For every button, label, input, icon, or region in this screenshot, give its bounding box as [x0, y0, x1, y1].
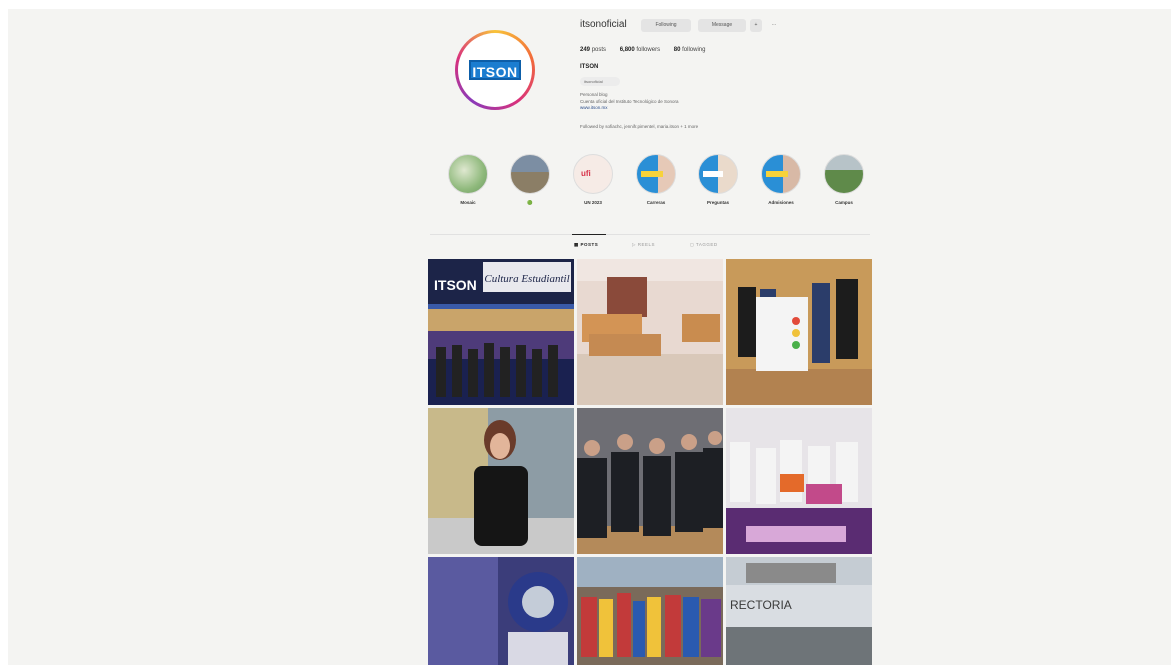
tab-label: POSTS: [580, 242, 599, 247]
post-image: [726, 408, 872, 554]
post-tile[interactable]: [726, 408, 872, 554]
post-image: [577, 557, 723, 665]
tab-reels[interactable]: ▷ REELS: [632, 242, 655, 248]
followed-by[interactable]: Followed by sofiachc, jennifr.pimentel, …: [580, 124, 698, 129]
highlight-item[interactable]: ufi UN 2023: [571, 154, 615, 205]
tab-posts[interactable]: ▦ POSTS: [574, 242, 598, 248]
highlight-label: Campus: [835, 200, 853, 205]
highlight-label: 🟢: [527, 200, 533, 205]
highlight-label: Preguntas: [706, 200, 729, 205]
post-image: [726, 259, 872, 405]
post-tile[interactable]: [726, 259, 872, 405]
tab-label: REELS: [637, 242, 655, 247]
profile-avatar[interactable]: ITSON: [455, 30, 535, 110]
highlight-item[interactable]: 🟢: [508, 154, 552, 206]
highlight-thumbnail: [448, 154, 488, 194]
post-image: [577, 408, 723, 554]
post-image: [577, 259, 723, 405]
highlight-thumbnail: [510, 154, 550, 194]
highlight-label: Mosaic: [460, 200, 476, 205]
more-options-icon[interactable]: ···: [768, 19, 780, 32]
window-top-edge: [0, 0, 1171, 9]
post-tile[interactable]: [577, 259, 723, 405]
posts-count: 249 posts: [580, 47, 607, 53]
highlight-item[interactable]: Preguntas: [696, 154, 740, 205]
highlight-thumbnail: ufi: [573, 154, 613, 194]
highlight-banner: [703, 171, 723, 177]
tab-tagged[interactable]: ◻ TAGGED: [690, 242, 718, 248]
bio: Personal blog Cuenta oficial del Institu…: [580, 92, 678, 112]
highlight-item[interactable]: Mosaic: [446, 154, 490, 205]
highlight-label: Carreras: [646, 200, 666, 205]
add-user-button[interactable]: +: [750, 19, 762, 32]
window-left-edge: [0, 0, 8, 665]
post-caption-text: ITSON: [434, 277, 477, 293]
highlight-item[interactable]: Carreras: [634, 154, 678, 205]
profile-stats: 249 posts 6,800 followers 80 following: [580, 47, 717, 53]
highlight-label: Admisiones: [768, 200, 794, 205]
active-tab-indicator: [572, 234, 606, 235]
post-tile[interactable]: RECTORIA: [726, 557, 872, 665]
post-image: [428, 557, 574, 665]
threads-badge[interactable]: itsonoficial: [580, 77, 620, 86]
full-name: ITSON: [580, 64, 599, 70]
highlight-label: UN 2023: [584, 200, 602, 205]
post-caption-text: RECTORIA: [730, 598, 792, 612]
itson-logo: ITSON: [469, 60, 521, 80]
highlight-logo-mark: ufi: [581, 169, 591, 178]
username: itsonoficial: [580, 19, 627, 30]
bio-link[interactable]: www.itson.mx: [580, 105, 678, 112]
following-button[interactable]: Following: [641, 19, 691, 32]
highlight-banner: [641, 171, 663, 177]
post-tile[interactable]: [428, 408, 574, 554]
highlight-thumbnail: [698, 154, 738, 194]
post-tile[interactable]: [577, 408, 723, 554]
post-tile[interactable]: [428, 557, 574, 665]
tab-label: TAGGED: [695, 242, 718, 247]
highlight-thumbnail: [636, 154, 676, 194]
post-image: Cultura Estudiantil ITSON: [428, 259, 574, 405]
message-button[interactable]: Message: [698, 19, 746, 32]
highlight-item[interactable]: Campus: [822, 154, 866, 205]
post-image: [428, 408, 574, 554]
highlight-banner: [766, 171, 788, 177]
post-tile[interactable]: Cultura Estudiantil ITSON: [428, 259, 574, 405]
post-banner-text: Cultura Estudiantil: [484, 273, 569, 285]
highlight-thumbnail: [824, 154, 864, 194]
followers-count[interactable]: 6,800 followers: [620, 47, 660, 53]
following-count[interactable]: 80 following: [674, 47, 706, 53]
highlight-item[interactable]: Admisiones: [759, 154, 803, 205]
post-image: RECTORIA: [726, 557, 872, 665]
tabs-divider: [430, 234, 870, 235]
highlight-thumbnail: [761, 154, 801, 194]
avatar-inner: ITSON: [458, 33, 532, 107]
post-tile[interactable]: [577, 557, 723, 665]
